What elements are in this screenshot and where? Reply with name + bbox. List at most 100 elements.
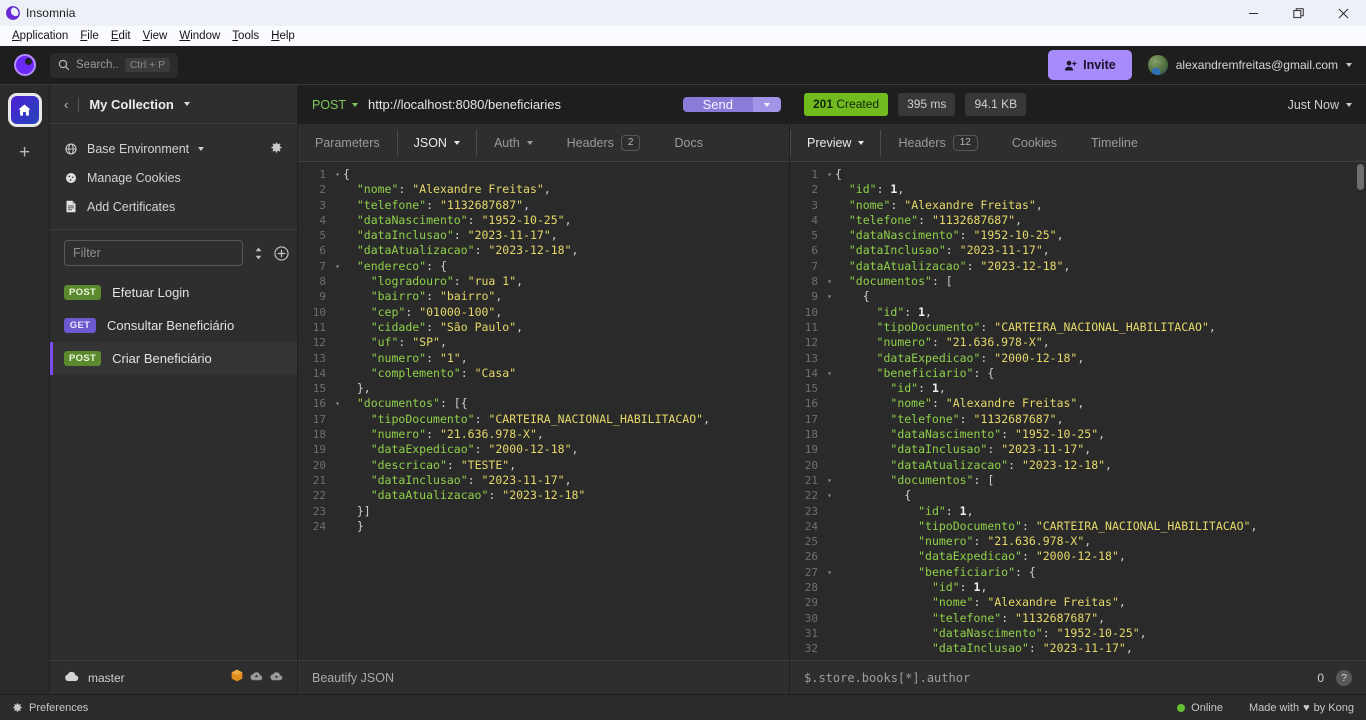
menu-item-help[interactable]: Help [265,26,301,46]
account-menu[interactable]: alexandremfreitas@gmail.com [1132,55,1366,75]
tab-docs[interactable]: Docs [657,124,719,161]
tab-parameters[interactable]: Parameters [298,124,397,161]
code-line: 13 "dataExpedicao": "2000-12-18", [790,351,1366,366]
code-line: 19 "dataExpedicao": "2000-12-18", [298,442,789,457]
chevron-down-icon[interactable] [183,102,190,106]
menu-item-application[interactable]: AApplicationpplication [6,26,74,46]
sidebar-item-add-certificates[interactable]: Add Certificates [50,192,297,221]
fold-arrow-icon[interactable]: ▾ [824,565,835,580]
method-badge: POST [64,284,102,301]
git-branch-label[interactable]: master [88,671,125,685]
request-body-editor[interactable]: 1 ▾{2 "nome": "Alexandre Freitas", 3 "tele… [298,162,789,660]
line-number: 26 [804,550,818,564]
url-input[interactable]: http://localhost:8080/beneficiaries [358,97,683,112]
tab-headers[interactable]: Headers 2 [550,124,658,161]
list-item[interactable]: POST Efetuar Login [50,276,297,309]
code-text: { [835,488,912,503]
add-request-icon[interactable] [274,245,289,261]
response-scrollbar[interactable] [1355,162,1366,660]
fold-arrow-icon[interactable]: ▾ [824,274,835,289]
code-line: 30 "telefone": "1132687687", [790,611,1366,626]
send-options-button[interactable] [753,97,781,112]
method-selector[interactable]: POST [312,98,359,112]
tab-label: Parameters [315,135,380,150]
line-number: 13 [312,351,326,365]
fold-arrow-icon[interactable]: ▾ [824,473,835,488]
jsonpath-filter-input[interactable]: $.store.books[*].author [804,671,1317,685]
response-time[interactable]: 395 ms [898,93,956,116]
close-icon[interactable] [1321,0,1366,26]
request-list: POST Efetuar Login GET Consultar Benefic… [50,274,297,660]
gear-icon[interactable] [270,141,283,157]
sort-icon[interactable] [253,247,264,260]
code-text: "telefone": "1132687687", [890,411,1064,426]
response-body-viewer[interactable]: 1 ▾{2 "id": 1, 3 "nome": "Alexandre Freita… [790,162,1366,660]
list-item[interactable]: GET Consultar Beneficiário [50,309,297,342]
menu-item-window[interactable]: Window [173,26,226,46]
beautify-json-button[interactable]: Beautify JSON [312,671,394,685]
menu-item-tools[interactable]: Tools [226,26,265,46]
send-button[interactable]: Send [682,97,753,112]
code-line: 21 ▾ "documentos": [ [790,473,1366,488]
code-line: 7 ▾ "endereco": { [298,259,789,274]
code-text: "id": 1, [931,580,988,595]
line-number: 10 [312,305,326,319]
fold-arrow-icon[interactable]: ▾ [332,396,343,411]
code-text: "dataExpedicao": "2000-12-18", [918,549,1126,564]
fold-arrow-icon[interactable]: ▾ [332,259,343,274]
tab-response-headers[interactable]: Headers 12 [881,124,994,161]
fold-arrow-icon[interactable]: ▾ [824,488,835,503]
tab-cookies[interactable]: Cookies [995,124,1074,161]
fold-arrow-icon[interactable]: ▾ [824,167,835,182]
fold-arrow-icon[interactable]: ▾ [332,167,343,182]
list-item[interactable]: POST Criar Beneficiário [50,342,297,375]
code-line: 22 ▾ { [790,488,1366,503]
sidebar-item-environment[interactable]: Base Environment [50,134,297,163]
back-chevron-icon[interactable]: ‹ [64,97,68,112]
search-input[interactable]: Search.. Ctrl + P [50,52,179,78]
tab-timeline[interactable]: Timeline [1074,124,1155,161]
maximize-icon[interactable] [1276,0,1321,26]
code-line: 32 "dataInclusao": "2023-11-17", [790,641,1366,656]
fold-arrow-icon[interactable]: ▾ [824,366,835,381]
line-number: 12 [804,336,818,350]
menu-item-file[interactable]: File [74,26,105,46]
minimize-icon[interactable] [1231,0,1276,26]
preferences-label: Preferences [29,701,89,714]
code-line: 2 "nome": "Alexandre Freitas", [298,182,789,197]
tab-preview[interactable]: Preview [790,124,882,161]
status-badge[interactable]: 201 Created [804,93,889,116]
push-icon[interactable] [250,669,263,687]
code-line: 28 "id": 1, [790,580,1366,595]
tab-json-body[interactable]: JSON [396,124,478,161]
pull-icon[interactable] [270,669,283,687]
fold-arrow-icon[interactable]: ▾ [824,289,835,304]
filter-input[interactable] [64,240,243,266]
preferences-button[interactable]: Preferences [12,702,88,714]
code-line: 19 "dataInclusao": "2023-11-17", [790,442,1366,457]
sidebar-item-manage-cookies[interactable]: Manage Cookies [50,163,297,192]
home-button[interactable] [7,93,42,127]
scrollbar-thumb[interactable] [1357,164,1364,190]
code-line: 23 }] [298,504,789,519]
tab-auth[interactable]: Auth [477,124,550,161]
add-workspace-button[interactable]: + [19,143,30,162]
menu-item-edit[interactable]: Edit [105,26,137,46]
code-line: 6 "dataInclusao": "2023-11-17", [790,243,1366,258]
invite-button[interactable]: Invite [1048,50,1132,80]
package-icon[interactable] [231,669,243,687]
sidebar: ‹ My Collection Base Environment Manage … [50,85,298,694]
response-history-selector[interactable]: Just Now [1288,98,1352,112]
line-number: 2 [811,183,818,197]
menu-item-view[interactable]: View [137,26,174,46]
response-size[interactable]: 94.1 KB [965,93,1027,116]
line-number: 4 [319,213,326,227]
help-icon[interactable]: ? [1336,669,1352,686]
